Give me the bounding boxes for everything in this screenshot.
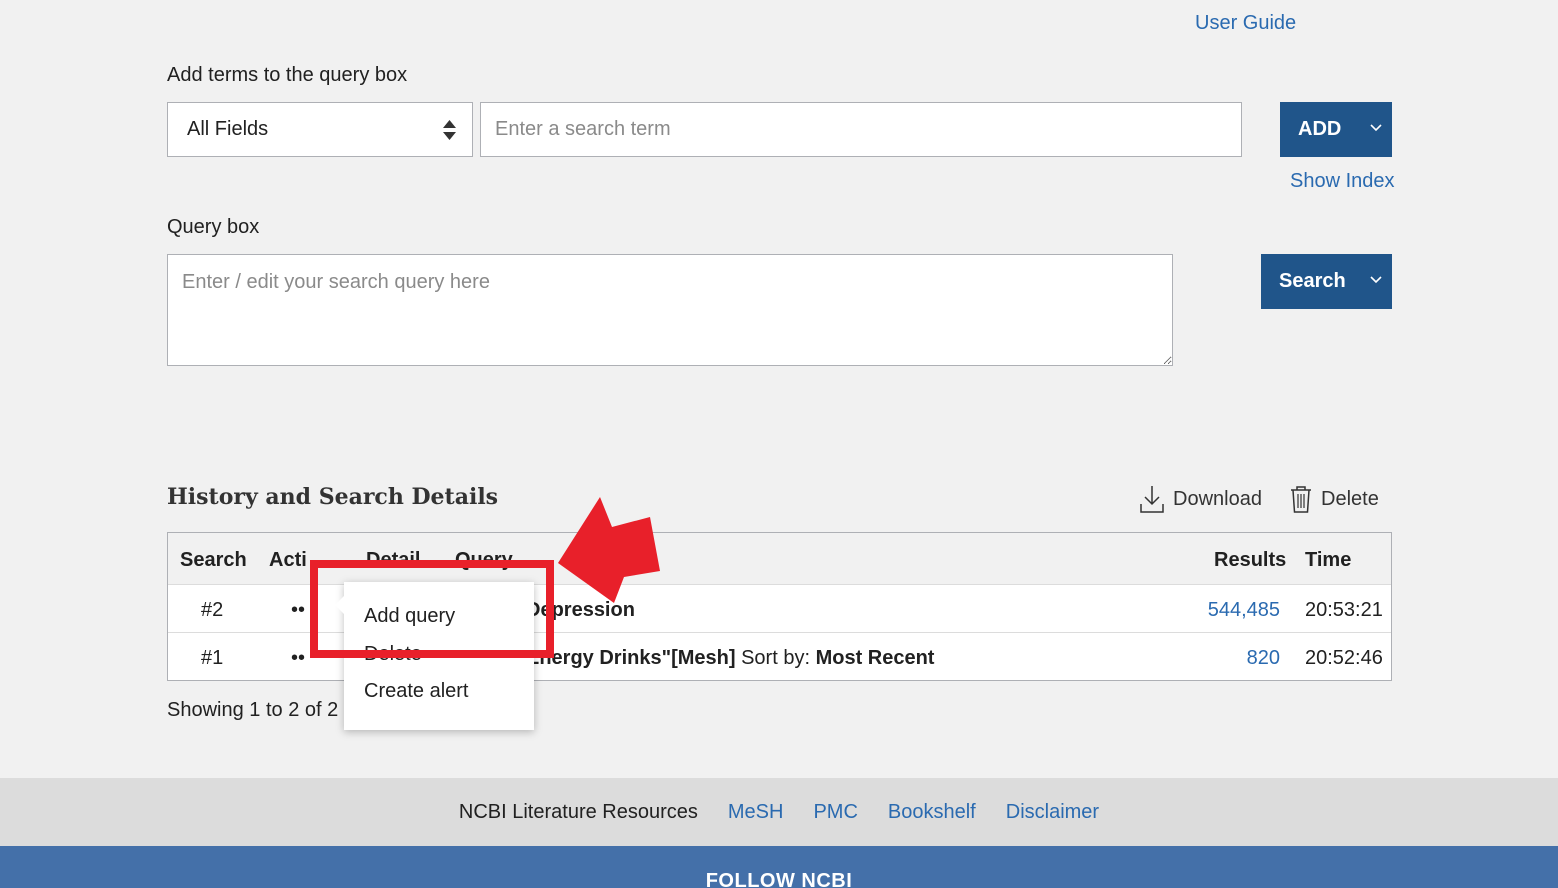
add-button-label: ADD — [1298, 118, 1342, 140]
col-actions: Acti — [269, 549, 307, 571]
search-number: #1 — [201, 647, 224, 669]
footer-resources-label: NCBI Literature Resources — [458, 800, 698, 823]
time-cell: 20:53:21 — [1305, 599, 1383, 621]
history-title: History and Search Details — [167, 484, 499, 510]
follow-ncbi-banner: FOLLOW NCBI — [0, 846, 1558, 888]
time-cell: 20:52:46 — [1305, 647, 1383, 669]
footer-link-disclaimer[interactable]: Disclaimer — [1006, 801, 1099, 824]
menu-caret — [335, 596, 344, 614]
footer-links: NCBI Literature Resources MeSH PMC Books… — [0, 778, 1558, 846]
footer-link-mesh[interactable]: MeSH — [728, 801, 784, 824]
col-results: Results — [1214, 549, 1287, 571]
chevron-down-icon[interactable] — [1370, 276, 1382, 284]
user-guide-link[interactable]: User Guide — [1195, 12, 1296, 35]
download-label: Download — [1173, 487, 1262, 510]
menu-item-add-query[interactable]: Add query — [364, 605, 455, 628]
query-text: Energy Drinks"[Mesh] Sort by: Most Recen… — [526, 647, 935, 669]
results-count-link[interactable]: 544,485 — [1208, 599, 1280, 622]
annotation-arrow-icon — [558, 497, 660, 603]
delete-label: Delete — [1321, 487, 1379, 510]
show-index-link[interactable]: Show Index — [1290, 170, 1395, 193]
search-button-label: Search — [1279, 270, 1346, 292]
search-number: #2 — [201, 599, 224, 621]
footer-link-bookshelf[interactable]: Bookshelf — [888, 801, 976, 824]
sort-arrows-icon — [443, 120, 456, 140]
showing-count: Showing 1 to 2 of 2 — [167, 699, 339, 721]
actions-trigger[interactable]: •• — [291, 647, 305, 670]
field-select-value: All Fields — [187, 118, 269, 140]
download-button[interactable]: Download — [1139, 484, 1262, 514]
query-box-label: Query box — [167, 216, 260, 238]
add-button[interactable]: ADD — [1280, 102, 1392, 157]
trash-icon — [1291, 486, 1311, 513]
footer-link-pmc[interactable]: PMC — [813, 801, 857, 824]
menu-item-delete[interactable]: Delete — [364, 643, 422, 666]
menu-item-create-alert[interactable]: Create alert — [364, 680, 469, 703]
col-search: Search — [180, 549, 247, 571]
search-button[interactable]: Search — [1261, 254, 1392, 309]
add-terms-label: Add terms to the query box — [167, 64, 408, 86]
table-header: Search Acti Detail Query Results Time — [168, 533, 1391, 585]
download-icon — [1140, 486, 1164, 513]
chevron-down-icon[interactable] — [1370, 124, 1382, 132]
action-menu: Add query Delete Create alert — [335, 582, 534, 730]
col-time: Time — [1305, 549, 1352, 571]
col-query: Query — [455, 549, 513, 571]
search-term-input[interactable] — [480, 102, 1242, 157]
delete-history-button[interactable]: Delete — [1289, 484, 1379, 514]
actions-trigger[interactable]: •• — [291, 599, 305, 622]
field-select[interactable]: All Fields — [167, 102, 473, 157]
results-count-link[interactable]: 820 — [1247, 647, 1280, 670]
query-box[interactable] — [167, 254, 1173, 366]
col-details: Detail — [366, 549, 421, 571]
